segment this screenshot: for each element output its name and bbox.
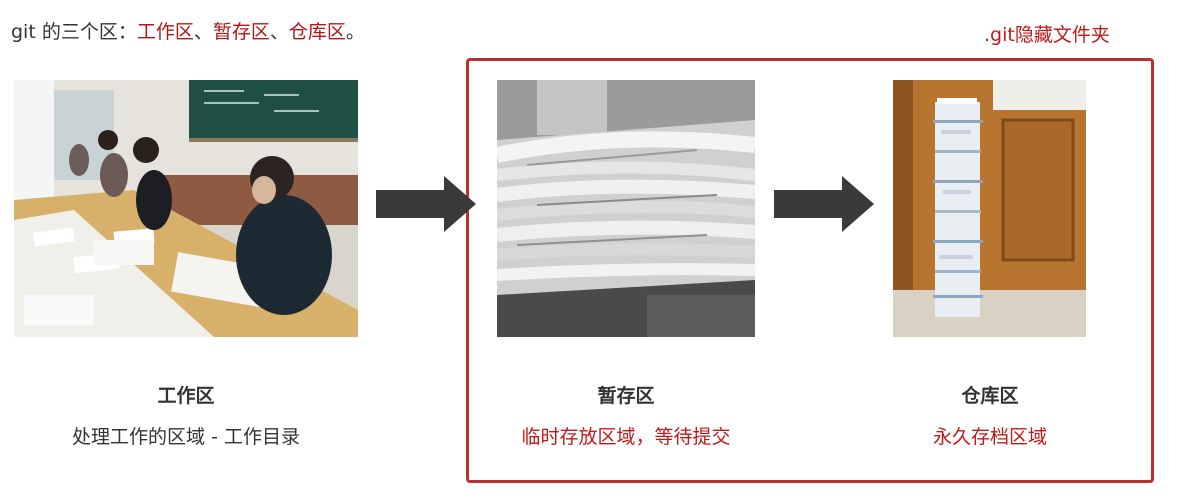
zone-description-repository: 永久存档区域 [932,426,1047,448]
repository-area-photo [893,80,1086,337]
zone-description-working: 处理工作的区域 - 工作目录 [72,426,300,448]
heading-zone-repository: 仓库区 [288,21,346,43]
zone-title-repository: 仓库区 [961,385,1019,407]
diagram-heading: git 的三个区：工作区、暂存区、仓库区。 [11,17,365,44]
arrow-right-icon [774,176,874,232]
zone-description-staging: 临时存放区域，等待提交 [521,426,731,448]
heading-separator: 、 [269,21,289,43]
zone-title-working: 工作区 [157,385,215,407]
heading-separator: 、 [193,21,213,43]
working-area-photo [14,80,358,337]
arrow-right-icon [376,176,476,232]
heading-zone-staging: 暂存区 [212,21,270,43]
heading-suffix: 。 [345,21,365,43]
zone-title-staging: 暂存区 [597,385,655,407]
git-folder-label: .git隐藏文件夹 [984,24,1110,46]
heading-prefix: git 的三个区： [11,21,137,43]
heading-zone-working: 工作区 [136,21,194,43]
staging-area-photo [497,80,755,337]
